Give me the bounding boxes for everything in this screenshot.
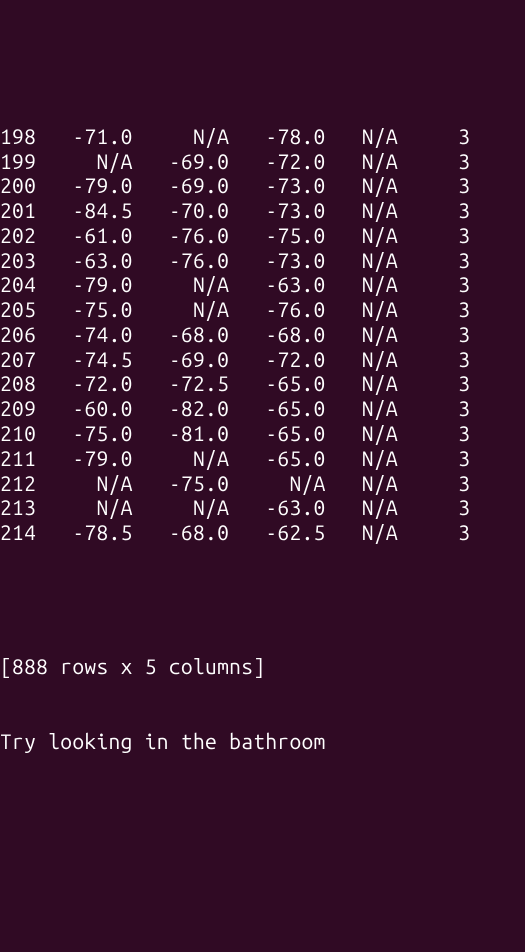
terminal-output: 198 -71.0 N/A -78.0 N/A 3199 N/A -69.0 -… — [0, 74, 525, 827]
dataframe-row: 214 -78.5 -68.0 -62.5 N/A 3 — [0, 520, 525, 545]
dataframe-row: 213 N/A N/A -63.0 N/A 3 — [0, 495, 525, 520]
dataframe-row: 211 -79.0 N/A -65.0 N/A 3 — [0, 446, 525, 471]
dataframe-rows: 198 -71.0 N/A -78.0 N/A 3199 N/A -69.0 -… — [0, 124, 525, 545]
dataframe-row: 199 N/A -69.0 -72.0 N/A 3 — [0, 149, 525, 174]
dataframe-row: 201 -84.5 -70.0 -73.0 N/A 3 — [0, 198, 525, 223]
dataframe-row: 205 -75.0 N/A -76.0 N/A 3 — [0, 297, 525, 322]
dataframe-row: 202 -61.0 -76.0 -75.0 N/A 3 — [0, 223, 525, 248]
dataframe-row: 207 -74.5 -69.0 -72.0 N/A 3 — [0, 347, 525, 372]
dataframe-row: 204 -79.0 N/A -63.0 N/A 3 — [0, 272, 525, 297]
dataframe-row: 198 -71.0 N/A -78.0 N/A 3 — [0, 124, 525, 149]
output-message: Try looking in the bathroom — [0, 729, 525, 754]
dataframe-row: 212 N/A -75.0 N/A N/A 3 — [0, 471, 525, 496]
dataframe-row: 203 -63.0 -76.0 -73.0 N/A 3 — [0, 248, 525, 273]
dataframe-row: 206 -74.0 -68.0 -68.0 N/A 3 — [0, 322, 525, 347]
dataframe-row: 209 -60.0 -82.0 -65.0 N/A 3 — [0, 396, 525, 421]
dataframe-row: 200 -79.0 -69.0 -73.0 N/A 3 — [0, 173, 525, 198]
dataframe-row: 208 -72.0 -72.5 -65.0 N/A 3 — [0, 371, 525, 396]
dataframe-row: 210 -75.0 -81.0 -65.0 N/A 3 — [0, 421, 525, 446]
dataframe-shape: [888 rows x 5 columns] — [0, 654, 525, 679]
